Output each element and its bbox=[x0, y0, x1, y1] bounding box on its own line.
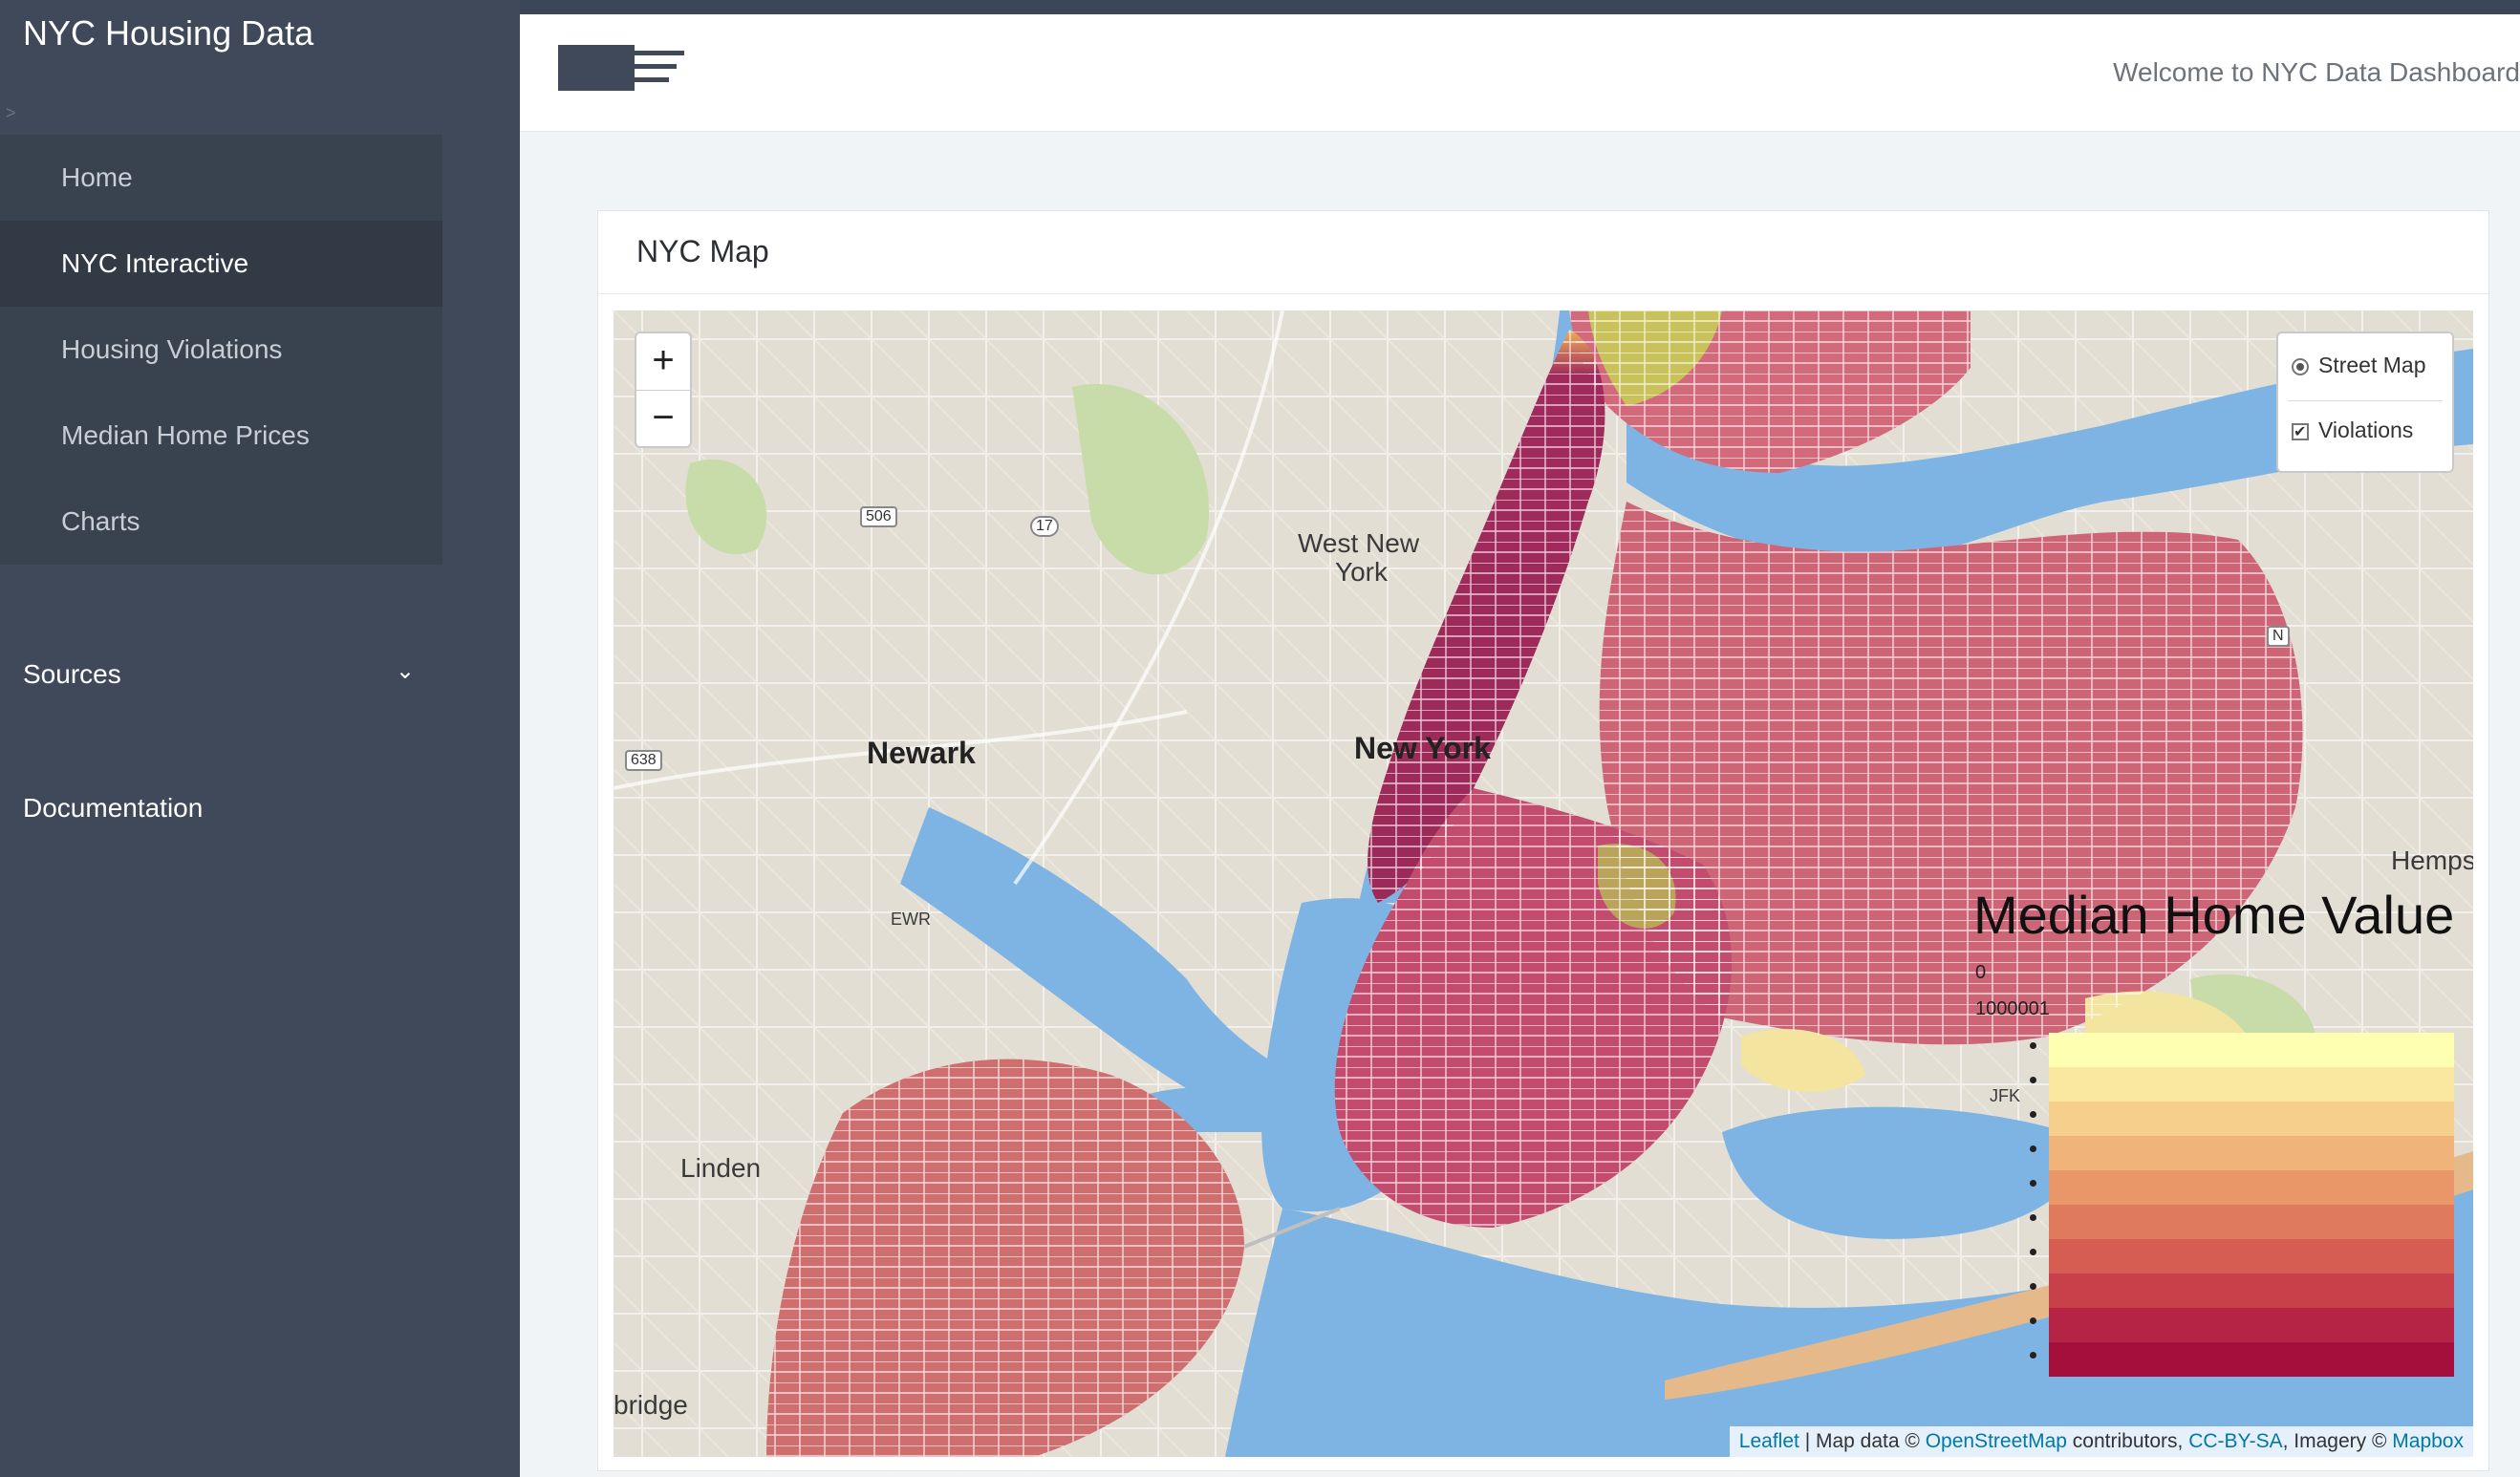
legend-swatch-2 bbox=[2049, 1102, 2454, 1136]
brand-title[interactable]: NYC Housing Data bbox=[23, 13, 313, 54]
layer-violations-label: Violations bbox=[2318, 417, 2414, 442]
osm-link[interactable]: OpenStreetMap bbox=[1926, 1430, 2067, 1452]
sidebar-caret: > bbox=[6, 103, 16, 122]
zoom-out-button[interactable]: − bbox=[636, 391, 690, 447]
legend-title: Median Home Value bbox=[1973, 885, 2455, 945]
label-linden: Linden bbox=[680, 1153, 762, 1183]
legend-swatch-9 bbox=[2049, 1342, 2454, 1377]
sidebar-item-housing-violations[interactable]: Housing Violations bbox=[0, 307, 442, 393]
legend-bullets bbox=[2030, 1042, 2036, 1386]
legend-min: 0 bbox=[1975, 962, 1987, 983]
hamburger-icon[interactable] bbox=[558, 45, 684, 96]
top-header: Welcome to NYC Data Dashboard bbox=[520, 14, 2520, 132]
card-title: NYC Map bbox=[636, 234, 769, 268]
sidebar-item-charts[interactable]: Charts bbox=[0, 479, 442, 565]
sidebar-item-sources[interactable]: Sources ⌄ bbox=[23, 658, 415, 690]
legend-swatch-3 bbox=[2049, 1136, 2454, 1170]
road-shield-506: 506 bbox=[860, 506, 897, 527]
layer-street-map[interactable]: Street Map bbox=[2292, 351, 2426, 379]
welcome-text: Welcome to NYC Data Dashboard bbox=[2113, 57, 2520, 87]
sidebar: NYC Housing Data > Home NYC Interactive … bbox=[0, 0, 520, 1477]
label-ewr: EWR bbox=[891, 910, 931, 929]
attrib-text-2: contributors, bbox=[2066, 1430, 2189, 1452]
sidebar-item-home[interactable]: Home bbox=[0, 135, 442, 221]
label-hemps: Hemps bbox=[2391, 846, 2473, 875]
legend-swatch-0 bbox=[2049, 1033, 2454, 1067]
legend-swatch-5 bbox=[2049, 1205, 2454, 1239]
attrib-text-3: , Imagery © bbox=[2282, 1430, 2393, 1452]
sidebar-item-median-home-prices[interactable]: Median Home Prices bbox=[0, 393, 442, 479]
label-new-york: New York bbox=[1354, 731, 1491, 765]
legend-swatch-6 bbox=[2049, 1239, 2454, 1274]
radio-icon[interactable] bbox=[2292, 357, 2309, 375]
legend-max: 1000001 bbox=[1975, 998, 2050, 1019]
sidebar-item-nyc-interactive[interactable]: NYC Interactive bbox=[0, 221, 442, 307]
legend-swatch-8 bbox=[2049, 1308, 2454, 1342]
legend-swatch-7 bbox=[2049, 1274, 2454, 1308]
label-west-new-york-2: York bbox=[1335, 557, 1389, 587]
leaflet-link[interactable]: Leaflet bbox=[1739, 1430, 1799, 1452]
cc-link[interactable]: CC-BY-SA bbox=[2188, 1430, 2282, 1452]
sidebar-item-documentation[interactable]: Documentation bbox=[23, 793, 203, 824]
legend-swatch-1 bbox=[2049, 1067, 2454, 1102]
attrib-text-1: | Map data © bbox=[1798, 1430, 1926, 1452]
road-shield-17: 17 bbox=[1030, 516, 1059, 537]
label-west-new-york: West New bbox=[1298, 528, 1420, 558]
chevron-down-icon: ⌄ bbox=[395, 658, 415, 684]
map-attribution: Leaflet | Map data © OpenStreetMap contr… bbox=[1729, 1426, 2473, 1457]
layer-street-map-label: Street Map bbox=[2318, 353, 2426, 377]
label-bridge: bridge bbox=[614, 1390, 688, 1420]
mapbox-link[interactable]: Mapbox bbox=[2392, 1430, 2464, 1452]
layer-control: Street Map Violations bbox=[2276, 332, 2454, 473]
layer-violations[interactable]: Violations bbox=[2292, 416, 2414, 447]
card-divider bbox=[598, 293, 2488, 294]
legend-color-scale bbox=[2049, 1033, 2454, 1377]
label-jfk: JFK bbox=[1990, 1086, 2021, 1105]
checkbox-icon[interactable] bbox=[2292, 418, 2309, 447]
zoom-control: + − bbox=[635, 332, 692, 448]
road-shield-n: N bbox=[2267, 626, 2290, 647]
nyc-map[interactable]: West New York Newark New York Linden bri… bbox=[614, 310, 2473, 1457]
sidebar-nav: Home NYC Interactive Housing Violations … bbox=[0, 135, 442, 565]
legend-swatch-4 bbox=[2049, 1170, 2454, 1205]
road-shield-638: 638 bbox=[625, 750, 662, 771]
label-newark: Newark bbox=[867, 736, 976, 770]
sources-label: Sources bbox=[23, 659, 121, 689]
zoom-in-button[interactable]: + bbox=[636, 333, 690, 390]
